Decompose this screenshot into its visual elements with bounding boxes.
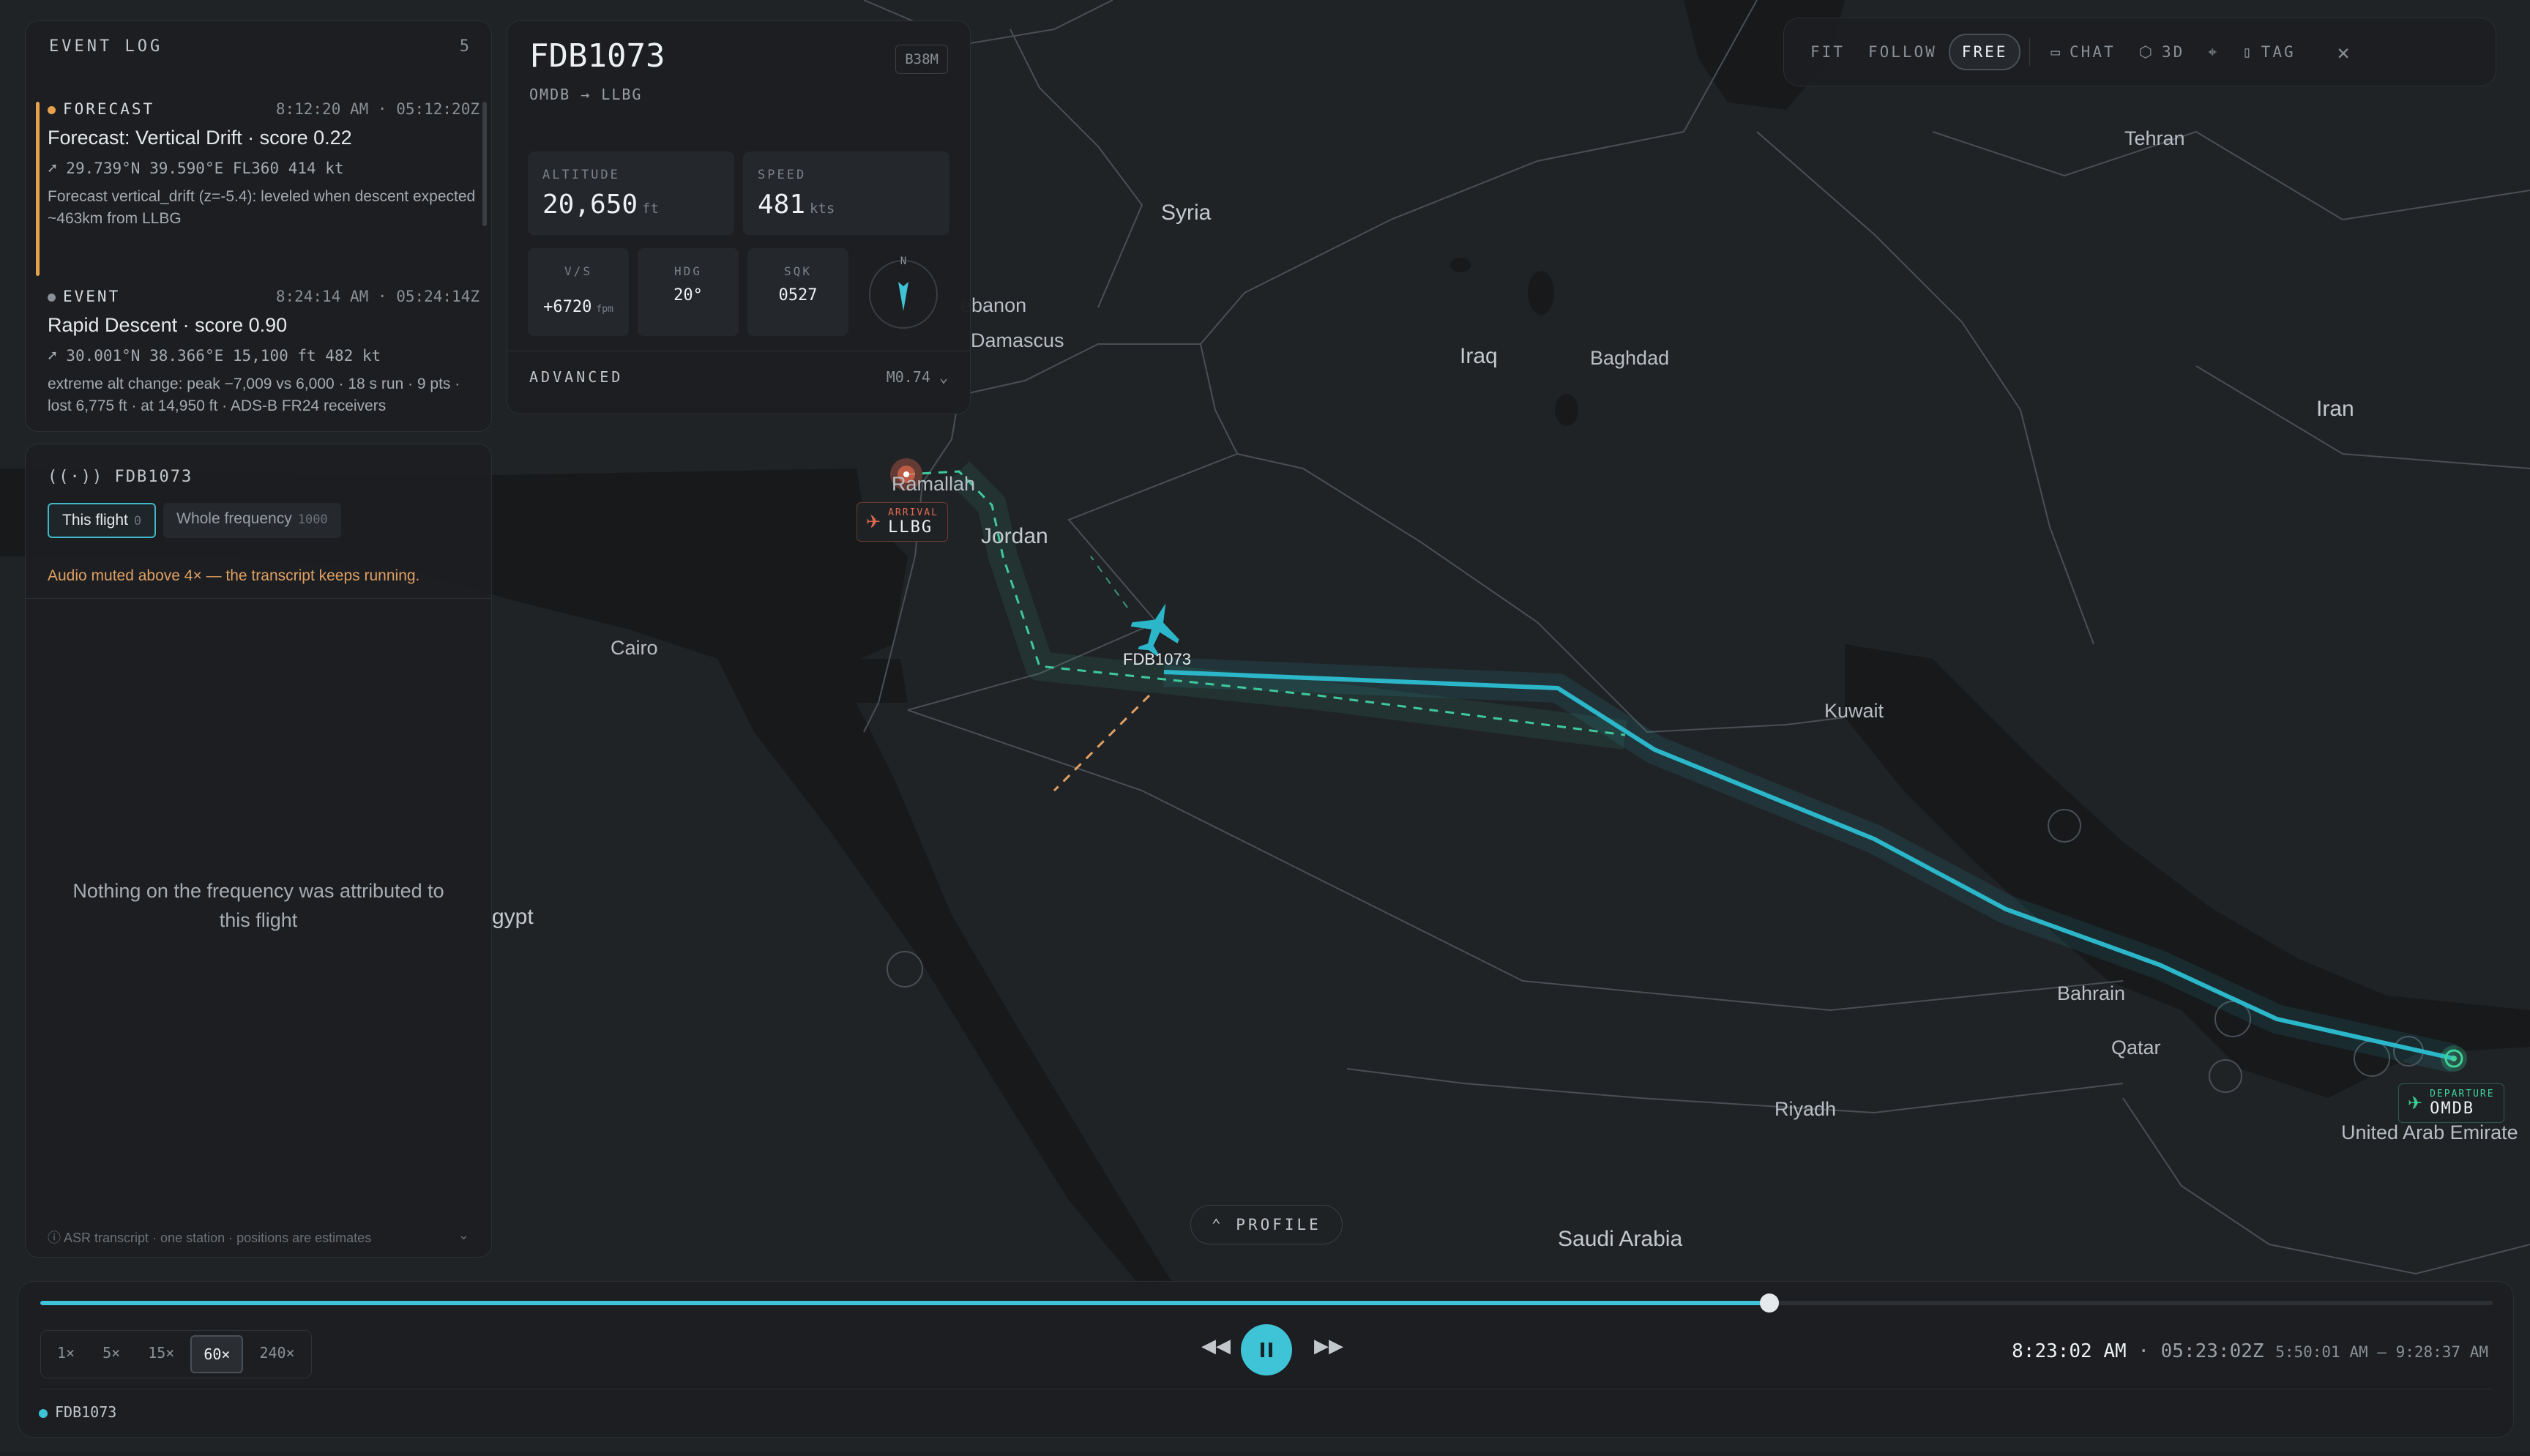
timeline-panel: 1× 5× 15× 60× 240× ◀◀ ▶▶ 8:23:02 AM · 05… xyxy=(18,1281,2514,1438)
departure-tag[interactable]: ✈ DEPARTURE OMDB xyxy=(2398,1083,2504,1123)
event-title: Forecast: Vertical Drift · score 0.22 xyxy=(48,127,352,149)
chevron-down-icon: ⌄ xyxy=(939,368,948,386)
pause-icon xyxy=(1261,1343,1272,1357)
radio-icon: ((·)) xyxy=(48,468,115,486)
label-jordan: Jordan xyxy=(981,524,1048,548)
takeoff-icon: ✈ xyxy=(2408,1093,2423,1113)
divider xyxy=(26,598,491,599)
event-log-scrollbar[interactable] xyxy=(482,102,487,226)
event-accent-bar xyxy=(36,102,40,276)
label-uae: United Arab Emirate xyxy=(2341,1121,2518,1143)
info-icon: ⓘ xyxy=(48,1231,64,1245)
event-description: Forecast vertical_drift (z=-5.4): levele… xyxy=(48,188,476,227)
event-log-count: 5 xyxy=(459,37,469,56)
label-syria: Syria xyxy=(1161,201,1212,225)
event-item-forecast[interactable]: FORECAST 8:12:20 AM · 05:12:20Z Forecast… xyxy=(48,100,479,230)
advanced-toggle[interactable]: ADVANCED xyxy=(529,368,623,386)
flight-card: FDB1073 B38M OMDB → LLBG ALTITUDE 20,650… xyxy=(507,20,971,414)
speed-15x[interactable]: 15× xyxy=(136,1335,186,1373)
vs-tile: V/S +6720 fpm xyxy=(528,248,629,336)
altitude-tile: ALTITUDE 20,650 ft xyxy=(528,152,734,235)
flight-callsign: FDB1073 xyxy=(529,37,665,75)
mach-readout[interactable]: M0.74 ⌄ xyxy=(887,368,948,386)
timeline-flight-chip[interactable]: FDB1073 xyxy=(39,1403,116,1421)
fast-forward-icon[interactable]: ▶▶ xyxy=(1314,1334,1343,1357)
crosshair-icon: ⌖ xyxy=(2208,42,2220,61)
document-icon: ▯ xyxy=(2242,43,2254,61)
map-toolbar: FIT FOLLOW FREE ▭ CHAT ⬡ 3D ⌖ ▯ TAG ✕ xyxy=(1783,18,2496,86)
event-item-rapid-descent[interactable]: EVENT 8:24:14 AM · 05:24:14Z Rapid Desce… xyxy=(48,288,479,417)
chevron-up-icon: ⌃ xyxy=(1212,1216,1236,1233)
landing-icon: ✈ xyxy=(866,512,881,532)
label-bahrain: Bahrain xyxy=(2057,982,2126,1004)
event-title: Rapid Descent · score 0.90 xyxy=(48,314,288,336)
close-icon: ✕ xyxy=(2337,40,2352,64)
chat-button[interactable]: ▭ CHAT xyxy=(2039,43,2127,61)
rewind-icon[interactable]: ◀◀ xyxy=(1201,1334,1231,1357)
timeline-progress xyxy=(40,1301,1769,1305)
speed-60x[interactable]: 60× xyxy=(190,1335,244,1373)
svg-text:N: N xyxy=(900,255,906,267)
free-button[interactable]: FREE xyxy=(1948,34,2021,70)
event-dot-icon xyxy=(48,105,56,114)
tag-button[interactable]: ▯ TAG xyxy=(2231,43,2307,61)
frequency-panel: ((·)) FDB1073 This flight 0 Whole frequen… xyxy=(25,444,492,1258)
event-dot-icon xyxy=(48,293,56,302)
chat-icon: ▭ xyxy=(2051,43,2063,61)
chevron-down-icon: ⌄ xyxy=(458,1228,469,1242)
3d-button[interactable]: ⬡ 3D xyxy=(2127,43,2197,61)
tab-whole-frequency[interactable]: Whole frequency 1000 xyxy=(163,503,341,538)
speed-240x[interactable]: 240× xyxy=(247,1335,306,1373)
flight-route: OMDB → LLBG xyxy=(529,86,643,103)
transcript-footer[interactable]: ⓘ ASR transcript · one station · positio… xyxy=(48,1228,469,1247)
profile-button[interactable]: ⌃ PROFILE xyxy=(1190,1205,1343,1244)
label-qatar: Qatar xyxy=(2111,1037,2161,1059)
follow-button[interactable]: FOLLOW xyxy=(1857,43,1949,61)
aircraft-type-badge: B38M xyxy=(895,45,948,74)
label-tehran: Tehran xyxy=(2124,127,2185,149)
timeline-handle[interactable] xyxy=(1759,1293,1779,1313)
event-description: extreme alt change: peak −7,009 vs 6,000… xyxy=(48,376,460,414)
close-button[interactable]: ✕ xyxy=(2326,40,2364,64)
label-cairo: Cairo xyxy=(611,637,658,659)
pause-button[interactable] xyxy=(1241,1324,1292,1375)
label-baghdad: Baghdad xyxy=(1590,347,1670,369)
tab-this-flight[interactable]: This flight 0 xyxy=(48,503,157,538)
position-arrow-icon: ➚ xyxy=(48,160,67,177)
speed-tile: SPEED 481 kts xyxy=(743,152,949,235)
compass-icon: N xyxy=(857,248,949,340)
event-log-panel: EVENT LOG 5 FORECAST 8:12:20 AM · 05:12:… xyxy=(25,20,492,432)
fit-button[interactable]: FIT xyxy=(1799,43,1857,61)
label-iran: Iran xyxy=(2316,397,2354,421)
divider xyxy=(2029,38,2031,66)
aircraft-label: FDB1073 xyxy=(1123,650,1191,668)
event-log-title: EVENT LOG xyxy=(49,37,163,56)
timeline-clock: 8:23:02 AM · 05:23:02Z 5:50:01 AM – 9:28… xyxy=(2012,1340,2488,1362)
label-iraq: Iraq xyxy=(1460,344,1498,368)
audio-muted-note: Audio muted above 4× — the transcript ke… xyxy=(48,567,420,584)
playback-speed-group: 1× 5× 15× 60× 240× xyxy=(40,1330,312,1378)
label-ramallah: Ramallah xyxy=(892,473,976,495)
arrival-tag[interactable]: ✈ ARRIVAL LLBG xyxy=(857,502,948,542)
timeline-scrubber[interactable] xyxy=(40,1293,2493,1313)
label-egypt: gypt xyxy=(492,905,534,929)
frequency-title: FDB1073 xyxy=(114,468,193,486)
cube-icon: ⬡ xyxy=(2138,43,2154,61)
locate-button[interactable]: ⌖ xyxy=(2196,43,2231,61)
label-damascus: Damascus xyxy=(971,329,1064,351)
squawk-tile: SQK 0527 xyxy=(747,248,848,336)
speed-5x[interactable]: 5× xyxy=(91,1335,132,1373)
position-arrow-icon: ➚ xyxy=(48,347,67,365)
label-kuwait: Kuwait xyxy=(1824,700,1884,722)
flight-dot-icon xyxy=(39,1408,48,1418)
empty-state: Nothing on the frequency was attributed … xyxy=(72,880,444,931)
label-saudi-arabia: Saudi Arabia xyxy=(1558,1227,1683,1251)
label-riyadh: Riyadh xyxy=(1775,1098,1837,1120)
speed-1x[interactable]: 1× xyxy=(45,1335,86,1373)
heading-tile: HDG 20° xyxy=(638,248,739,336)
